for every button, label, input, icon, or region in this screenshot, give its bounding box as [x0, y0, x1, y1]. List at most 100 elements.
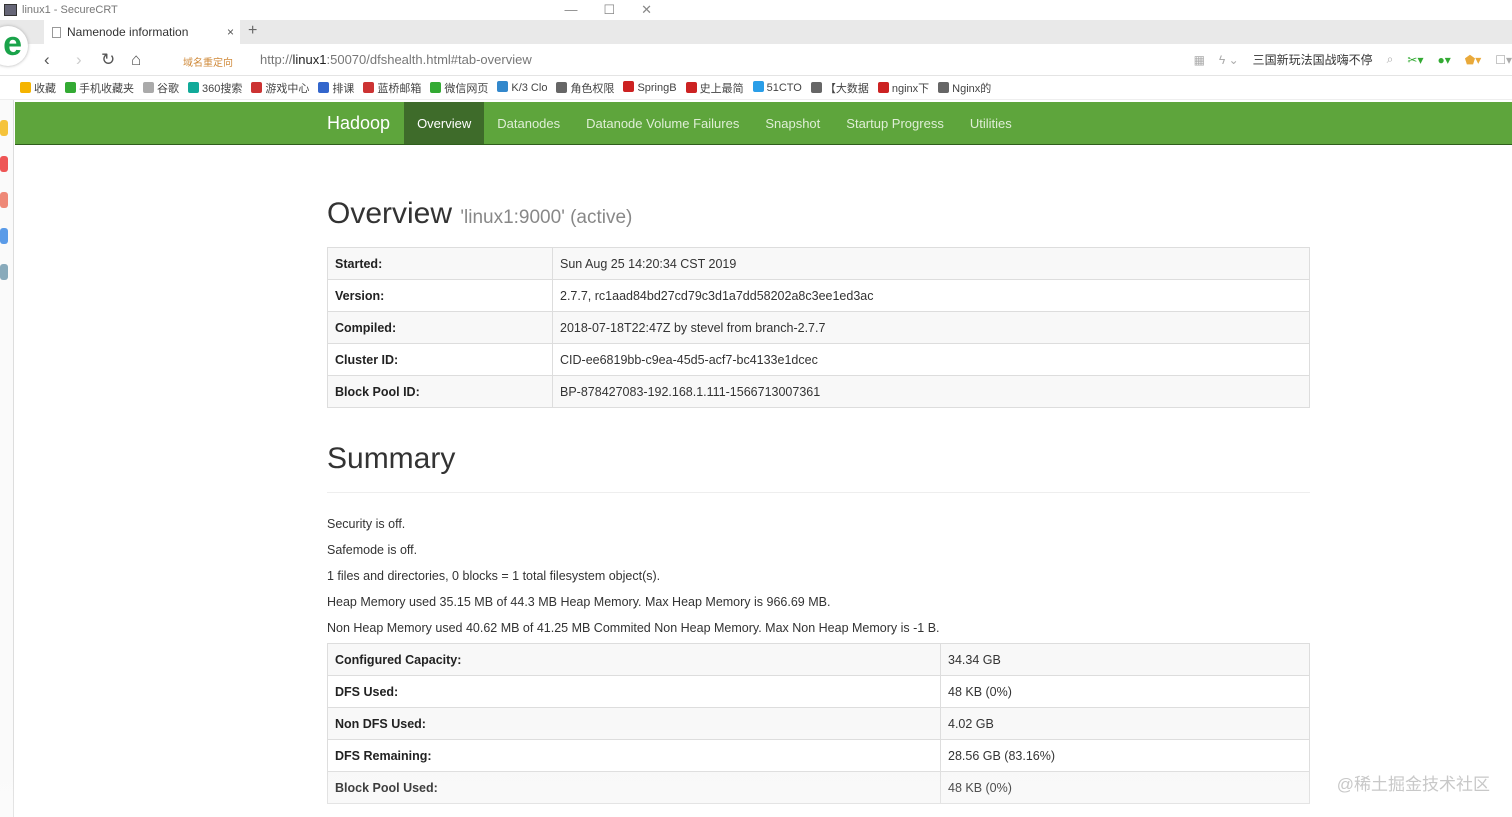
- page-icon: [52, 26, 61, 38]
- bookmark-icon: [556, 81, 568, 93]
- close-icon[interactable]: ✕: [641, 2, 652, 18]
- table-row: Non DFS Used: 4.02 GB: [327, 707, 1310, 740]
- nav-datanode-volume-failures[interactable]: Datanode Volume Failures: [573, 102, 752, 144]
- row-label: Non DFS Used:: [327, 707, 941, 740]
- hadoop-brand[interactable]: Hadoop: [327, 102, 404, 144]
- row-label: Cluster ID:: [327, 343, 553, 376]
- bookmark-item[interactable]: nginx下: [877, 80, 929, 96]
- table-row: Version: 2.7.7, rc1aad84bd27cd79c3d1a7dd5…: [327, 279, 1310, 312]
- bookmark-item[interactable]: SpringB: [623, 81, 677, 94]
- bookmark-item[interactable]: 游戏中心: [251, 80, 309, 96]
- nav-startup-progress[interactable]: Startup Progress: [833, 102, 957, 144]
- scissors-icon[interactable]: ✂▾: [1407, 53, 1423, 67]
- overview-heading: Overview 'linux1:9000' (active): [327, 197, 633, 230]
- bookmark-item[interactable]: 【大数据: [810, 80, 869, 96]
- nav-utilities[interactable]: Utilities: [957, 102, 1025, 144]
- bookmark-icon: [877, 81, 889, 93]
- bookmark-item[interactable]: 收藏: [20, 80, 56, 96]
- search-suggestion[interactable]: 三国新玩法国战嗨不停: [1253, 51, 1373, 68]
- nav-datanodes[interactable]: Datanodes: [484, 102, 573, 144]
- qr-icon[interactable]: ▦: [1194, 53, 1205, 67]
- bookmark-item[interactable]: 排课: [318, 80, 354, 96]
- row-label: Compiled:: [327, 311, 553, 344]
- summary-line: Non Heap Memory used 40.62 MB of 41.25 M…: [327, 621, 940, 635]
- bookmark-icon: [188, 81, 199, 93]
- overview-table: Started: Sun Aug 25 14:20:34 CST 2019 Vers…: [327, 247, 1310, 408]
- table-row: Compiled: 2018-07-18T22:47Z by stevel fro…: [327, 311, 1310, 344]
- row-value: 2.7.7, rc1aad84bd27cd79c3d1a7dd58202a8c3…: [552, 279, 1310, 312]
- browser-tab[interactable]: Namenode information ×: [44, 20, 240, 44]
- lightning-icon[interactable]: ϟ ⌄: [1219, 53, 1239, 67]
- home-icon[interactable]: ⌂: [131, 50, 141, 70]
- maximize-icon[interactable]: ☐: [603, 2, 615, 18]
- bookmark-item[interactable]: 角色权限: [556, 80, 614, 96]
- nav-overview[interactable]: Overview: [404, 102, 485, 144]
- new-tab-button[interactable]: +: [248, 22, 257, 40]
- watermark: @稀土掘金技术社区: [1336, 775, 1490, 794]
- side-strip: [0, 100, 14, 817]
- translate-icon[interactable]: ●▾: [1437, 53, 1450, 67]
- table-row: DFS Used: 48 KB (0%): [327, 675, 1310, 708]
- bookmark-icon: [752, 81, 764, 92]
- main-content: Overview 'linux1:9000' (active) Started:…: [327, 145, 1310, 804]
- table-row: Configured Capacity: 34.34 GB: [327, 643, 1310, 676]
- summary-line: Safemode is off.: [327, 543, 418, 557]
- row-label: Block Pool ID:: [327, 375, 553, 408]
- row-label: Configured Capacity:: [327, 643, 941, 676]
- tab-title: Namenode information: [67, 25, 189, 39]
- search-icon[interactable]: ⌕: [1387, 52, 1394, 67]
- bookmark-item[interactable]: 蓝桥邮箱: [363, 80, 421, 96]
- bookmark-item[interactable]: 51CTO: [752, 81, 802, 94]
- bookmark-item[interactable]: Nginx的: [938, 80, 991, 96]
- shield-icon[interactable]: ⬟▾: [1465, 53, 1481, 67]
- bookmark-item[interactable]: 手机收藏夹: [65, 80, 134, 96]
- tab-close-icon[interactable]: ×: [227, 25, 234, 39]
- bookmark-icon: [318, 81, 330, 93]
- address-bar: ‹ › ↻ ⌂ 域名重定向 http://linux1:50070/dfshea…: [0, 44, 1512, 76]
- tab-bar: Namenode information × +: [0, 20, 1512, 44]
- row-value: 34.34 GB: [940, 643, 1310, 676]
- table-row: Block Pool ID: BP-878427083-192.168.1.111…: [327, 375, 1310, 408]
- row-value: 4.02 GB: [940, 707, 1310, 740]
- bookmark-icon: [430, 81, 442, 93]
- window-title: linux1 - SecureCRT: [22, 4, 118, 16]
- hadoop-navbar: Hadoop Overview Datanodes Datanode Volume …: [15, 102, 1512, 145]
- row-value: 48 KB (0%): [940, 675, 1310, 708]
- bookmark-icon: [810, 81, 822, 93]
- url-input[interactable]: http://linux1:50070/dfshealth.html#tab-o…: [260, 52, 532, 67]
- minimize-icon[interactable]: —: [564, 2, 577, 18]
- summary-line: Heap Memory used 35.15 MB of 44.3 MB Hea…: [327, 595, 831, 609]
- bookmark-icon: [20, 81, 31, 93]
- table-row: Cluster ID: CID-ee6819bb-c9ea-45d5-acf7-b…: [327, 343, 1310, 376]
- back-icon[interactable]: ‹: [44, 50, 50, 70]
- bookmark-icon: [65, 81, 76, 93]
- app-icon: [4, 4, 17, 16]
- bookmark-item[interactable]: 史上最简: [685, 80, 744, 96]
- bookmark-item[interactable]: K/3 Clo: [497, 81, 547, 94]
- bookmark-icon: [623, 81, 635, 92]
- bookmark-icon: [938, 81, 950, 93]
- bookmark-icon: [363, 81, 375, 93]
- row-value: BP-878427083-192.168.1.111-1566713007361: [552, 375, 1310, 408]
- row-label: Version:: [327, 279, 553, 312]
- summary-line: Security is off.: [327, 517, 406, 531]
- table-row: Started: Sun Aug 25 14:20:34 CST 2019: [327, 247, 1310, 280]
- overview-subtitle: 'linux1:9000' (active): [460, 207, 633, 228]
- row-value: 2018-07-18T22:47Z by stevel from branch-…: [552, 311, 1310, 344]
- bookmark-item[interactable]: 谷歌: [143, 80, 179, 96]
- row-value: CID-ee6819bb-c9ea-45d5-acf7-bc4133e1dcec: [552, 343, 1310, 376]
- bookmark-icon: [143, 81, 154, 93]
- bookmark-item[interactable]: 微信网页: [430, 80, 488, 96]
- bookmark-icon: [251, 81, 263, 93]
- window-titlebar: linux1 - SecureCRT: [0, 0, 1512, 20]
- row-label: DFS Used:: [327, 675, 941, 708]
- forward-icon[interactable]: ›: [76, 50, 82, 70]
- row-value: Sun Aug 25 14:20:34 CST 2019: [552, 247, 1310, 280]
- game-icon[interactable]: ☐▾: [1495, 53, 1512, 67]
- reload-icon[interactable]: ↻: [101, 50, 115, 70]
- row-label: Started:: [327, 247, 553, 280]
- summary-heading: Summary: [327, 442, 1310, 493]
- nav-snapshot[interactable]: Snapshot: [752, 102, 833, 144]
- bookmark-item[interactable]: 360搜索: [188, 80, 242, 96]
- bookmark-icon: [685, 81, 697, 93]
